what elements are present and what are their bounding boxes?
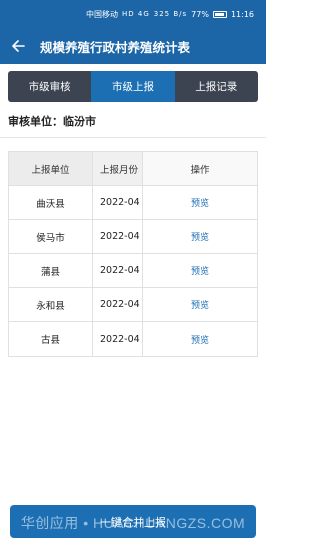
table-header: 上报单位 上报月份 操作 (9, 152, 257, 186)
review-unit-value: 临汾市 (63, 115, 96, 128)
battery-text: 77% (191, 9, 209, 19)
row-month: 2022-04 (93, 186, 143, 219)
merge-report-button[interactable]: 一键合并上报 (10, 505, 256, 538)
arrow-left-icon (12, 40, 25, 52)
column-header-month: 上报月份 (93, 152, 143, 185)
column-header-action: 操作 (143, 152, 257, 185)
app-header: 规模养殖行政村养殖统计表 (0, 28, 266, 64)
tab-report-history[interactable]: 上报记录 (175, 71, 258, 102)
carrier-text: 中国移动 (85, 9, 118, 19)
row-month: 2022-04 (93, 288, 143, 321)
column-header-unit: 上报单位 (9, 152, 93, 185)
status-bar: 中国移动 HD 4G 325 B/s 77% 11:16 (0, 0, 266, 28)
review-unit: 审核单位：临汾市 (8, 113, 96, 129)
row-action-cell: 预览 (143, 186, 257, 219)
row-unit: 永和县 (9, 288, 93, 321)
table-row: 蒲县 2022-04 预览 (9, 254, 257, 288)
review-unit-label: 审核单位： (8, 115, 63, 128)
page-title: 规模养殖行政村养殖统计表 (40, 39, 191, 55)
row-action-cell: 预览 (143, 322, 257, 356)
divider (0, 137, 266, 138)
preview-link[interactable]: 预览 (191, 230, 209, 243)
row-action-cell: 预览 (143, 288, 257, 321)
tab-city-report[interactable]: 市级上报 (91, 71, 175, 102)
row-month: 2022-04 (93, 220, 143, 253)
row-unit: 侯马市 (9, 220, 93, 253)
preview-link[interactable]: 预览 (191, 264, 209, 277)
row-action-cell: 预览 (143, 220, 257, 253)
table-row: 永和县 2022-04 预览 (9, 288, 257, 322)
preview-link[interactable]: 预览 (191, 196, 209, 209)
clock-time: 11:16 (230, 9, 254, 19)
report-table: 上报单位 上报月份 操作 曲沃县 2022-04 预览 侯马市 2022-04 … (8, 151, 258, 357)
table-row: 古县 2022-04 预览 (9, 322, 257, 356)
preview-link[interactable]: 预览 (191, 333, 209, 346)
row-unit: 古县 (9, 322, 93, 356)
row-month: 2022-04 (93, 254, 143, 287)
tab-city-review[interactable]: 市级审核 (8, 71, 91, 102)
row-unit: 蒲县 (9, 254, 93, 287)
table-row: 曲沃县 2022-04 预览 (9, 186, 257, 220)
network-indicator: HD 4G (121, 10, 150, 18)
table-row: 侯马市 2022-04 预览 (9, 220, 257, 254)
row-month: 2022-04 (93, 322, 143, 356)
row-unit: 曲沃县 (9, 186, 93, 219)
row-action-cell: 预览 (143, 254, 257, 287)
back-button[interactable] (0, 28, 36, 64)
battery-icon (212, 10, 227, 18)
preview-link[interactable]: 预览 (191, 298, 209, 311)
tab-bar: 市级审核 市级上报 上报记录 (8, 71, 258, 102)
speed-indicator: 325 B/s (153, 10, 188, 18)
